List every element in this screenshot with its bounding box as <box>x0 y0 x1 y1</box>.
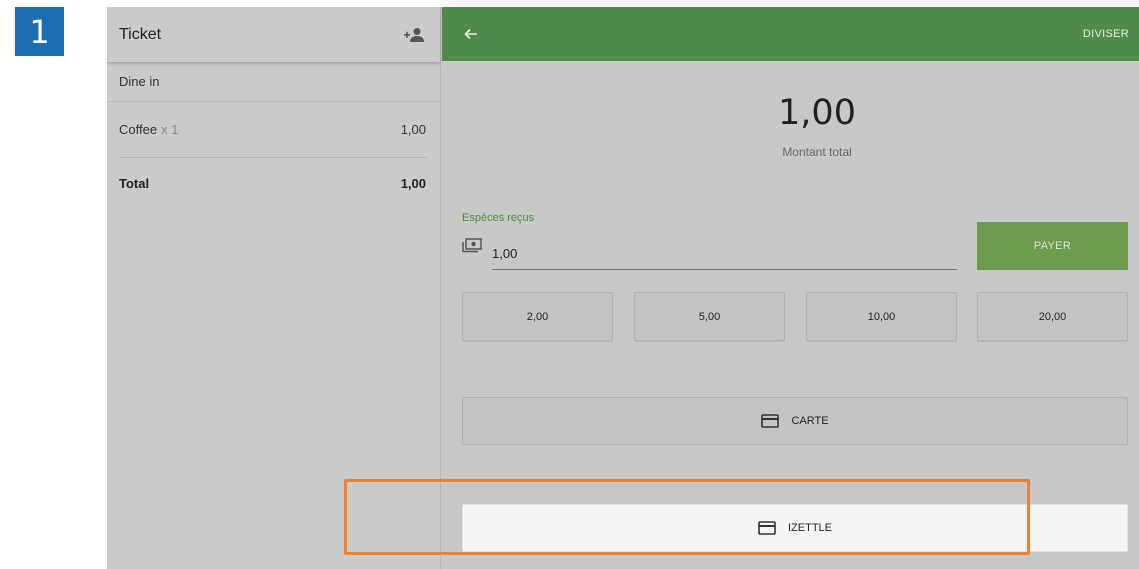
total-amount: 1,00 <box>778 93 856 133</box>
ticket-line-item[interactable]: Coffee x 1 1,00 <box>107 102 440 157</box>
cash-received-input[interactable] <box>492 237 957 270</box>
payment-header: DIVISER <box>442 7 1139 61</box>
line-item-qty: x 1 <box>161 122 179 137</box>
line-item-name: Coffee <box>119 122 158 137</box>
line-item-name-wrap: Coffee x 1 <box>119 122 178 137</box>
card-icon <box>758 521 776 535</box>
payment-panel: DIVISER 1,00 Montant total Espèces reçus… <box>442 7 1139 569</box>
quick-amount-button[interactable]: 2,00 <box>462 292 613 341</box>
total-label: Total <box>119 176 150 191</box>
ticket-panel: Ticket Dine in Coffee x 1 1,00 Total 1,0… <box>107 7 441 569</box>
cash-icon <box>462 238 482 253</box>
dining-option[interactable]: Dine in <box>107 62 440 102</box>
total-amount-label: Montant total <box>782 145 852 159</box>
back-arrow-icon[interactable] <box>464 24 484 44</box>
cash-received-label: Espèces reçus <box>462 212 535 224</box>
izettle-payment-button[interactable]: IZETTLE <box>462 504 1128 552</box>
quick-amount-button[interactable]: 5,00 <box>634 292 785 341</box>
split-button[interactable]: DIVISER <box>1083 28 1129 40</box>
ticket-total-row: Total 1,00 <box>107 156 440 211</box>
add-customer-icon[interactable] <box>402 23 426 47</box>
izettle-payment-label: IZETTLE <box>787 522 832 534</box>
card-payment-button[interactable]: CARTE <box>462 397 1128 445</box>
pay-button[interactable]: PAYER <box>977 222 1128 270</box>
page: 1 Ticket Dine in Coffee x 1 1,00 Total 1… <box>0 0 1139 569</box>
pos-app: Ticket Dine in Coffee x 1 1,00 Total 1,0… <box>107 7 1139 569</box>
quick-amount-button[interactable]: 10,00 <box>806 292 957 341</box>
ticket-header: Ticket <box>107 7 440 62</box>
ticket-title: Ticket <box>119 25 162 43</box>
line-item-price: 1,00 <box>400 122 426 137</box>
total-value: 1,00 <box>400 176 426 191</box>
card-icon <box>761 414 780 428</box>
step-badge: 1 <box>15 7 64 56</box>
quick-amount-button[interactable]: 20,00 <box>977 292 1128 341</box>
card-payment-label: CARTE <box>791 415 829 427</box>
